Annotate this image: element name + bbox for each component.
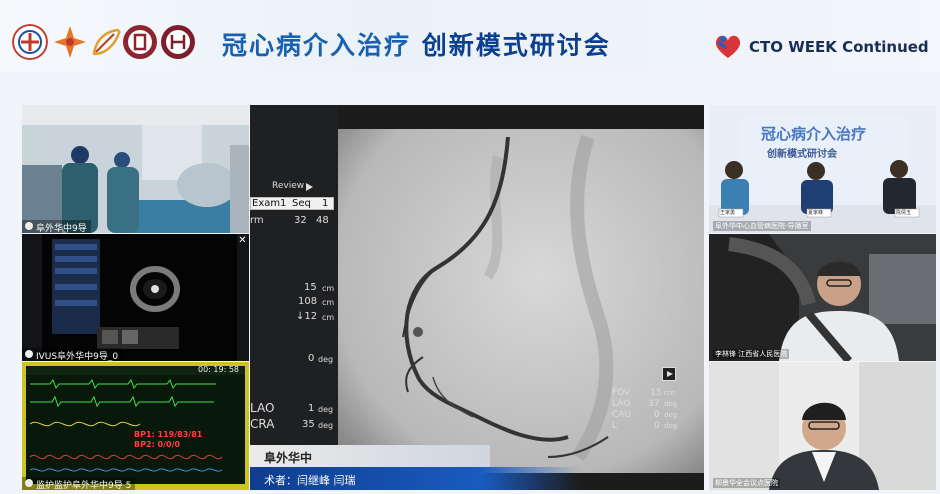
dist-3: ↓12 (296, 311, 318, 322)
fov-value: 15 (650, 388, 662, 398)
frame-total: 48 (316, 215, 329, 226)
cra-value: 35 (302, 419, 315, 430)
lao-label: LAO (250, 401, 275, 415)
cto-brand: CTO WEEK Continued (749, 38, 929, 56)
lao-value: 1 (308, 403, 315, 414)
ivus-scene (22, 234, 249, 361)
video-stage: 阜外华中9导 ✕ IVUS阜外华中9导_0 00: 19: 58 BP1: 11… (0, 72, 940, 494)
cathlab-scene (22, 105, 249, 233)
monitor-bp2: BP2: 0/0/0 (134, 440, 181, 449)
unit-cm-1: cm (322, 284, 335, 293)
play-icon[interactable] (306, 183, 313, 191)
cto-heart-logo-icon (715, 35, 741, 58)
cau-label: CAU (612, 410, 632, 420)
cathlab-video[interactable]: 阜外华中9导 (22, 105, 249, 233)
monitor-caption: 监护监护阜外华中9导 5 (22, 477, 136, 490)
vitals-monitor (22, 362, 249, 490)
hospital-logo-3-icon (161, 25, 195, 59)
frame-label: rm (250, 215, 264, 226)
lao2-unit: deg (664, 400, 678, 408)
monitor-time: 00: 19: 58 (198, 365, 240, 374)
ivus-video[interactable]: ✕ IVUS阜外华中9导_0 (22, 234, 249, 361)
review-label: Review (272, 181, 305, 191)
surgeon-banner-bottom: 术者：闫继峰 闫瑞 (250, 467, 580, 490)
ivus-caption: IVUS阜外华中9导_0 (22, 348, 123, 361)
hospital-logo-2-icon (123, 25, 157, 59)
cathlab-caption: 阜外华中9导 (22, 220, 91, 233)
hospital-logo-1-icon (12, 24, 48, 60)
close-icon[interactable]: ✕ (238, 236, 247, 246)
doctor2-caption: 柳景华全会议点医院 (713, 478, 780, 488)
unit-cm-2: cm (322, 298, 335, 307)
name-plate-3: 陈倩玉 (896, 210, 912, 216)
exam-label: Exam (252, 198, 281, 209)
name-plate-1: 王家勇 (720, 210, 736, 216)
angiogram-image (338, 117, 704, 473)
cra-label: CRA (250, 417, 275, 431)
dist-2: 108 (298, 296, 318, 307)
banner: 冠心病介入治疗 创新模式研讨会 CTO WEEK Continued (0, 0, 940, 72)
rotation-value: 0 (308, 353, 315, 364)
cau-unit: deg (664, 411, 678, 419)
l-label: L (612, 421, 618, 431)
event-title: 冠心病介入治疗 创新模式研讨会 (222, 31, 611, 60)
name-plate-2: 夏家峰 (808, 210, 824, 216)
dist-1: 15 (304, 282, 317, 293)
frame-current: 32 (294, 215, 307, 226)
exam-number: 1 (280, 198, 287, 209)
leaf-logo-icon (92, 28, 122, 56)
doctor1-video[interactable]: 李林锋 江西省人民医院 (709, 234, 936, 361)
monitor-bp1: BP1: 119/83/81 (134, 430, 203, 439)
studio-backdrop-subtitle: 创新模式研讨会 (767, 149, 837, 160)
fov-unit: cm (664, 389, 675, 397)
doctor2-scene (709, 362, 936, 490)
surgeon-banner-top: 阜外华中 (250, 445, 490, 467)
seq-label: Seq (292, 198, 311, 209)
studio-video[interactable]: 冠心病介入治疗 创新模式研讨会 王家勇 夏家峰 陈倩玉 阜外华中心血管病医院-导… (709, 105, 936, 233)
monitor-video[interactable]: 00: 19: 58 BP1: 119/83/81 BP2: 0/0/0 监护监… (22, 362, 249, 490)
l-value: 0 (654, 421, 660, 431)
studio-backdrop-title: 冠心病介入治疗 (761, 125, 867, 143)
lao2-value: 37 (648, 399, 660, 409)
l-unit: deg (664, 422, 678, 430)
unit-deg-3: deg (318, 421, 334, 430)
doctor1-caption: 李林锋 江西省人民医院 (713, 349, 790, 359)
doctor1-scene (709, 234, 936, 361)
conference-screen: { "banner": { "title_a": "冠心病介入治疗", "tit… (0, 0, 940, 494)
cau-value: 0 (654, 410, 660, 420)
unit-cm-3: cm (322, 313, 335, 322)
angiography-view[interactable]: Review Exam 1 Seq 1 rm 32 48 15 108 ↓12 … (250, 105, 704, 490)
flower-logo-icon (54, 26, 86, 58)
unit-deg-2: deg (318, 405, 334, 414)
studio-caption: 阜外华中心血管病医院-导播室 (713, 221, 811, 231)
fov-label: FOV (612, 388, 631, 398)
unit-deg-1: deg (318, 355, 334, 364)
doctor2-video[interactable]: 柳景华全会议点医院 (709, 362, 936, 490)
lao2-label: LAO (612, 399, 631, 409)
play-control-icon[interactable] (662, 367, 676, 381)
seq-number: 1 (322, 198, 329, 209)
